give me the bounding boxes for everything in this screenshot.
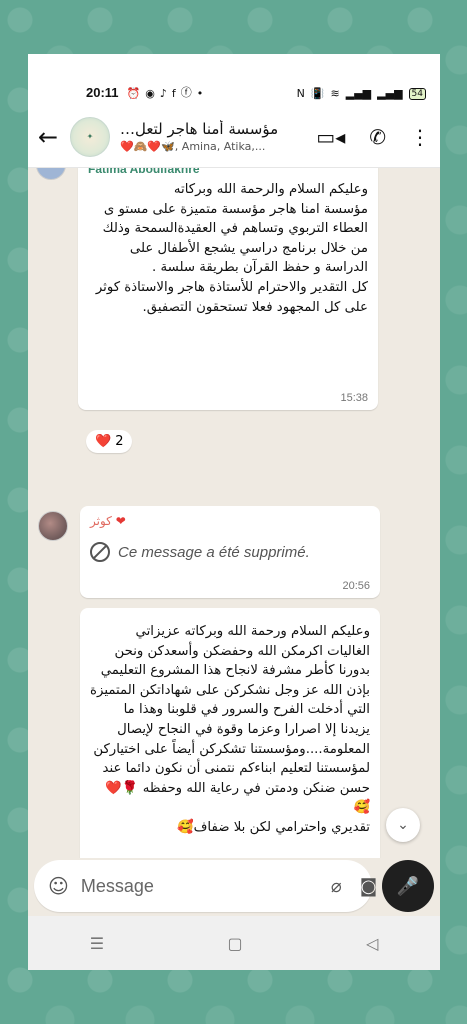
mic-icon: 🎤 bbox=[396, 875, 420, 897]
prohibited-icon bbox=[90, 542, 110, 562]
facebook-icon-2: ⓕ bbox=[180, 86, 192, 99]
signal-icon: ▂▄▆ bbox=[345, 87, 372, 100]
sticker-icon[interactable]: ☺ bbox=[48, 874, 69, 898]
message-sender: ❤ كوثر bbox=[90, 514, 370, 528]
sender-avatar-1[interactable] bbox=[36, 168, 66, 180]
message-text: وعليكم السلام ورحمة الله وبركاته عزيزاتي… bbox=[90, 624, 370, 835]
vibrate-icon: 📳 bbox=[310, 87, 325, 100]
reaction-badge[interactable]: ❤️ 2 bbox=[86, 430, 133, 453]
camera-icon[interactable]: ◙ bbox=[360, 876, 377, 897]
scroll-down-button[interactable]: ⌄ bbox=[386, 808, 420, 842]
reaction-count: 2 bbox=[115, 434, 124, 449]
message-bubble-2[interactable]: ❤ كوثر Ce message a été supprimé. 20:56 bbox=[80, 506, 380, 598]
chevron-double-down-icon: ⌄ bbox=[397, 817, 409, 833]
dot-icon: • bbox=[196, 87, 204, 100]
attach-icon[interactable]: ⌀ bbox=[331, 876, 342, 897]
recents-icon[interactable]: ☰ bbox=[90, 934, 104, 953]
sender-name: كوثر bbox=[90, 514, 112, 528]
subtitle-names: , Amina, Atika,... bbox=[174, 140, 266, 153]
back-arrow-icon[interactable]: ← bbox=[38, 123, 64, 151]
messenger-icon: ◉ bbox=[145, 87, 155, 100]
mic-button[interactable]: 🎤 bbox=[382, 860, 434, 912]
chat-area[interactable]: Fatima Aboulfakhre وعليكم السلام والرحمة… bbox=[28, 168, 440, 858]
chat-header: ← ✦ مؤسسة أمنا هاجر لتعل… ❤️🙈❤️🦋, Amina,… bbox=[28, 106, 440, 168]
message-input[interactable] bbox=[80, 875, 313, 897]
sender-avatar-2[interactable] bbox=[38, 511, 68, 541]
message-sender: Fatima Aboulfakhre bbox=[88, 168, 200, 176]
nfc-icon: Ν bbox=[296, 87, 305, 100]
status-bar: 20:11 ⏰ ◉ ♪ f ⓕ • Ν 📳 ≋ ▂▄▆ ▂▄▆ 54 bbox=[28, 54, 440, 106]
alarm-icon: ⏰ bbox=[126, 87, 141, 100]
home-icon[interactable]: ▢ bbox=[227, 934, 242, 953]
chat-title-block[interactable]: مؤسسة أمنا هاجر لتعل… ❤️🙈❤️🦋, Amina, Ati… bbox=[120, 120, 306, 153]
chat-subtitle: ❤️🙈❤️🦋, Amina, Atika,... bbox=[120, 140, 306, 153]
group-avatar[interactable]: ✦ bbox=[70, 116, 110, 157]
chat-title: مؤسسة أمنا هاجر لتعل… bbox=[120, 120, 279, 138]
phone-screen: 20:11 ⏰ ◉ ♪ f ⓕ • Ν 📳 ≋ ▂▄▆ ▂▄▆ 54 ← ✦ م… bbox=[28, 54, 440, 970]
more-vert-icon[interactable]: ⋮ bbox=[410, 125, 430, 149]
deleted-text: Ce message a été supprimé. bbox=[118, 543, 310, 561]
message-composer: ☺ ⌀ ◙ bbox=[34, 860, 377, 912]
message-bubble-3[interactable]: وعليكم السلام ورحمة الله وبركاته عزيزاتي… bbox=[80, 608, 380, 858]
message-time: 15:38 bbox=[340, 392, 368, 404]
deleted-message: Ce message a été supprimé. bbox=[90, 542, 370, 562]
phone-icon[interactable]: ✆ bbox=[369, 125, 386, 149]
video-call-icon[interactable]: ▭◂ bbox=[316, 125, 345, 149]
heart-reaction-icon: ❤️ bbox=[95, 434, 112, 449]
wifi-icon: ≋ bbox=[330, 87, 340, 100]
header-actions: ▭◂ ✆ ⋮ bbox=[316, 125, 430, 149]
message-text: وعليكم السلام والرحمة الله وبركاته مؤسسة… bbox=[95, 182, 368, 315]
system-navbar: ☰ ▢ ◁ bbox=[28, 916, 440, 970]
tiktok-icon: ♪ bbox=[159, 87, 167, 100]
subtitle-emoji: ❤️🙈❤️🦋 bbox=[120, 140, 175, 153]
signal-icon-2: ▂▄▆ bbox=[377, 87, 403, 100]
back-icon[interactable]: ◁ bbox=[366, 934, 378, 953]
heart-icon: ❤ bbox=[115, 514, 126, 528]
status-time: 20:11 bbox=[86, 85, 119, 100]
message-time: 20:56 bbox=[342, 580, 370, 592]
battery-icon: 54 bbox=[408, 87, 426, 100]
message-bubble-1[interactable]: Fatima Aboulfakhre وعليكم السلام والرحمة… bbox=[78, 168, 378, 410]
facebook-icon: f bbox=[171, 87, 176, 100]
status-right: Ν 📳 ≋ ▂▄▆ ▂▄▆ 54 bbox=[297, 87, 426, 100]
